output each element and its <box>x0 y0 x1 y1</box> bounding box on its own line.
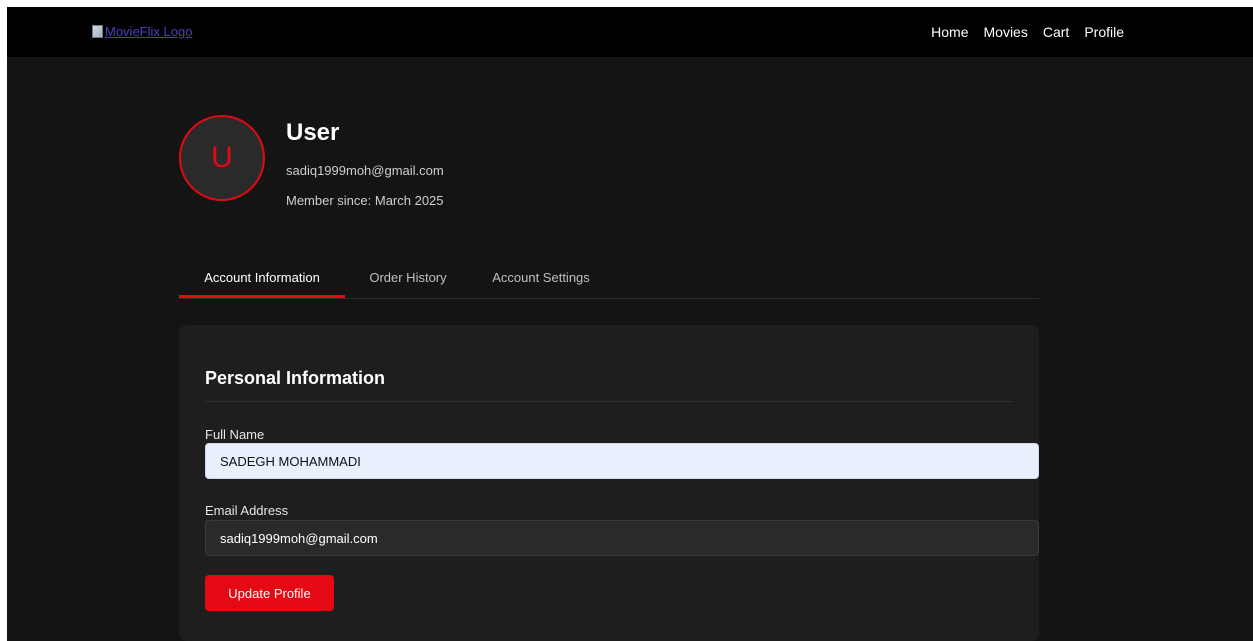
divider <box>205 401 1013 402</box>
user-name: User <box>286 119 340 146</box>
member-since: Member since: March 2025 <box>286 193 444 208</box>
personal-info-card: Personal Information Full Name SADEGH MO… <box>179 325 1039 641</box>
profile-tabs: Account Information Order History Accoun… <box>179 263 1039 299</box>
broken-image-icon <box>92 25 103 38</box>
nav-cart[interactable]: Cart <box>1043 24 1069 40</box>
update-profile-button[interactable]: Update Profile <box>205 575 334 611</box>
app-window: MovieFlix Logo Home Movies Cart Profile … <box>7 7 1253 641</box>
user-email: sadiq1999moh@gmail.com <box>286 163 444 178</box>
email-field[interactable]: sadiq1999moh@gmail.com <box>205 520 1039 556</box>
tab-order-history[interactable]: Order History <box>359 263 457 298</box>
nav-movies[interactable]: Movies <box>984 24 1028 40</box>
avatar-initial: U <box>211 141 233 174</box>
avatar: U <box>179 115 265 201</box>
full-name-field[interactable]: SADEGH MOHAMMADI <box>205 443 1039 479</box>
tab-account-information[interactable]: Account Information <box>179 263 345 298</box>
logo-link[interactable]: MovieFlix Logo <box>92 24 192 39</box>
section-title: Personal Information <box>205 368 386 388</box>
top-navbar: MovieFlix Logo Home Movies Cart Profile <box>7 7 1253 57</box>
full-name-label: Full Name <box>205 427 265 442</box>
main-nav: Home Movies Cart Profile <box>931 24 1124 40</box>
nav-profile[interactable]: Profile <box>1084 24 1124 40</box>
tab-account-settings[interactable]: Account Settings <box>483 263 599 298</box>
email-label: Email Address <box>205 503 289 518</box>
nav-home[interactable]: Home <box>931 24 968 40</box>
logo-alt-text: MovieFlix Logo <box>105 24 193 39</box>
